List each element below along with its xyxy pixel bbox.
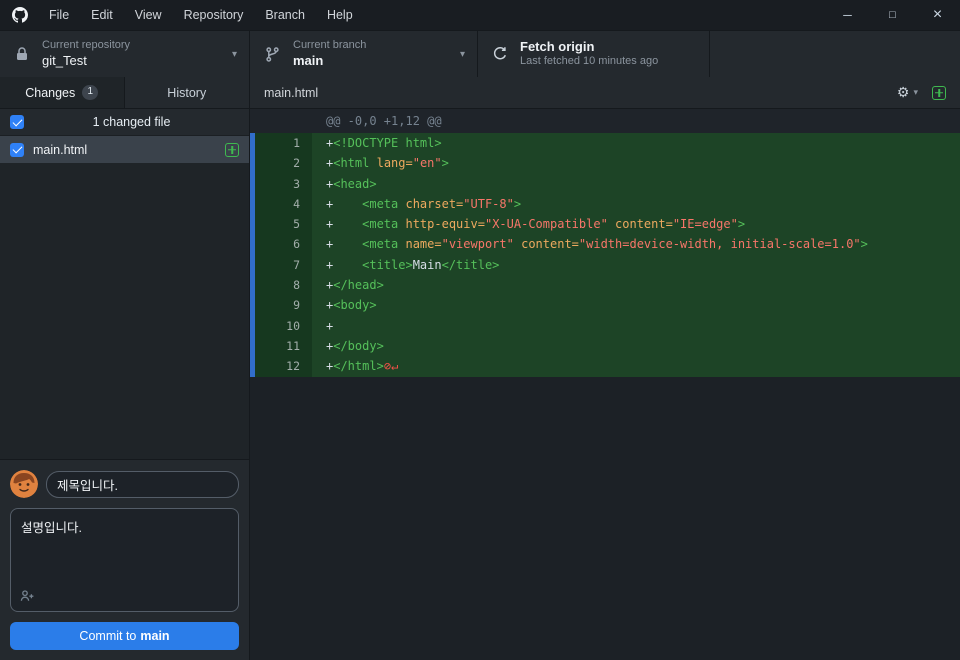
diff-line-code: + <meta http-equiv="X-UA-Compatible" con… bbox=[312, 214, 960, 235]
diff-line[interactable]: 4 + <meta charset="UTF-8"> bbox=[250, 193, 960, 215]
file-name: main.html bbox=[33, 142, 88, 157]
diff-line-code: +</html>⊘↵ bbox=[312, 356, 960, 377]
current-repository-dropdown[interactable]: Current repository git_Test ▾ bbox=[0, 31, 250, 77]
diff-line[interactable]: 7 + <title>Main</title> bbox=[250, 254, 960, 276]
diff-line-number[interactable]: 10 bbox=[250, 315, 312, 336]
tab-changes-label: Changes bbox=[25, 85, 76, 100]
branch-label: Current branch bbox=[293, 39, 367, 51]
expand-diff-icon[interactable] bbox=[932, 85, 946, 100]
diff-line-number[interactable]: 3 bbox=[250, 173, 312, 194]
commit-form: 설명입니다. Commit to main bbox=[0, 459, 249, 660]
commit-button[interactable]: Commit to main bbox=[10, 622, 239, 650]
diff-line-number[interactable]: 5 bbox=[250, 214, 312, 235]
diff-line-code: + <meta charset="UTF-8"> bbox=[312, 193, 960, 215]
chevron-down-icon: ▾ bbox=[231, 48, 237, 60]
diff-line[interactable]: 3 +<head> bbox=[250, 173, 960, 194]
diff-view: main.html ⚙ ▾ @@ -0,0 +1,12 @@ 1 +<!DOCTY… bbox=[250, 77, 960, 660]
git-branch-icon bbox=[264, 46, 281, 63]
diff-line[interactable]: 6 + <meta name="viewport" content="width=… bbox=[250, 234, 960, 255]
diff-line-number[interactable]: 2 bbox=[250, 153, 312, 174]
diff-line[interactable]: 9 +<body> bbox=[250, 295, 960, 316]
gear-icon[interactable]: ⚙ bbox=[897, 84, 910, 101]
sync-icon bbox=[492, 46, 508, 62]
commit-description-text: 설명입니다. bbox=[21, 521, 82, 535]
add-coauthor-icon[interactable] bbox=[19, 588, 35, 604]
menu-help[interactable]: Help bbox=[316, 0, 364, 30]
fetch-origin-button[interactable]: Fetch origin Last fetched 10 minutes ago bbox=[478, 31, 710, 77]
diff-line-number[interactable]: 8 bbox=[250, 275, 312, 296]
commit-button-branch: main bbox=[140, 629, 170, 643]
github-logo-icon bbox=[12, 7, 28, 23]
file-list-empty-space bbox=[0, 163, 249, 459]
menu-branch[interactable]: Branch bbox=[254, 0, 316, 30]
diff-line-code: +<body> bbox=[312, 295, 960, 316]
commit-button-prefix: Commit to bbox=[79, 629, 137, 643]
diff-line-code: +<head> bbox=[312, 173, 960, 194]
diff-line-number[interactable]: 4 bbox=[250, 193, 312, 215]
changes-count-badge: 1 bbox=[82, 85, 99, 100]
sidebar: Changes 1 History 1 changed file main.ht… bbox=[0, 77, 250, 660]
sidebar-tabs: Changes 1 History bbox=[0, 77, 249, 109]
file-added-icon bbox=[225, 142, 239, 157]
diff-line[interactable]: 2 +<html lang="en"> bbox=[250, 153, 960, 174]
diff-line-number[interactable]: 12 bbox=[250, 356, 312, 377]
commit-title-input[interactable] bbox=[46, 470, 239, 498]
maximize-button[interactable]: □ bbox=[870, 0, 915, 30]
diff-line[interactable]: 1 +<!DOCTYPE html> bbox=[250, 133, 960, 154]
commit-description-input[interactable]: 설명입니다. bbox=[10, 508, 239, 612]
minimize-button[interactable]: ─ bbox=[825, 0, 870, 30]
diff-line[interactable]: 12 +</html>⊘↵ bbox=[250, 356, 960, 377]
diff-hunk-header: @@ -0,0 +1,12 @@ bbox=[250, 109, 960, 133]
tab-changes[interactable]: Changes 1 bbox=[0, 77, 125, 108]
fetch-title: Fetch origin bbox=[520, 39, 595, 54]
window-controls: ─ □ × bbox=[825, 0, 960, 30]
repository-label: Current repository bbox=[42, 39, 131, 51]
diff-line-code: +</head> bbox=[312, 275, 960, 296]
changed-files-summary: 1 changed file bbox=[92, 115, 171, 129]
diff-file-header: main.html ⚙ ▾ bbox=[250, 77, 960, 109]
repository-name: git_Test bbox=[42, 52, 87, 68]
diff-line-code: +<!DOCTYPE html> bbox=[312, 133, 960, 154]
diff-line-code: + <meta name="viewport" content="width=d… bbox=[312, 234, 960, 255]
file-row-main-html[interactable]: main.html bbox=[0, 136, 249, 163]
fetch-subtitle: Last fetched 10 minutes ago bbox=[520, 55, 659, 68]
toolbar: Current repository git_Test ▾ Current br… bbox=[0, 30, 960, 77]
github-desktop-window: File Edit View Repository Branch Help ─ … bbox=[0, 0, 960, 660]
lock-icon bbox=[14, 46, 30, 62]
diff-line[interactable]: 11 +</body> bbox=[250, 335, 960, 357]
tab-history[interactable]: History bbox=[125, 77, 250, 108]
select-all-checkbox[interactable] bbox=[10, 115, 24, 129]
changed-files-summary-row: 1 changed file bbox=[0, 109, 249, 136]
diff-line[interactable]: 8 +</head> bbox=[250, 275, 960, 296]
chevron-down-icon: ▾ bbox=[459, 48, 465, 60]
branch-name: main bbox=[293, 52, 324, 68]
diff-line[interactable]: 10 + bbox=[250, 315, 960, 336]
close-button[interactable]: × bbox=[915, 0, 960, 30]
diff-line-code: + <title>Main</title> bbox=[312, 254, 960, 276]
main-area: Changes 1 History 1 changed file main.ht… bbox=[0, 77, 960, 660]
diff-line-code: + bbox=[312, 315, 960, 336]
diff-line-number[interactable]: 9 bbox=[250, 295, 312, 316]
avatar bbox=[10, 470, 38, 498]
diff-line[interactable]: 5 + <meta http-equiv="X-UA-Compatible" co… bbox=[250, 214, 960, 235]
diff-line-code: +</body> bbox=[312, 335, 960, 357]
menu-bar: File Edit View Repository Branch Help bbox=[38, 0, 364, 30]
diff-empty-area bbox=[250, 376, 960, 660]
diff-line-number[interactable]: 7 bbox=[250, 254, 312, 276]
diff-line-number[interactable]: 11 bbox=[250, 335, 312, 357]
file-checkbox[interactable] bbox=[10, 142, 24, 157]
current-branch-dropdown[interactable]: Current branch main ▾ bbox=[250, 31, 478, 77]
diff-file-name: main.html bbox=[264, 85, 319, 100]
menu-file[interactable]: File bbox=[38, 0, 80, 30]
diff-line-number[interactable]: 1 bbox=[250, 133, 312, 154]
titlebar: File Edit View Repository Branch Help ─ … bbox=[0, 0, 960, 30]
chevron-down-icon[interactable]: ▾ bbox=[913, 87, 918, 98]
menu-repository[interactable]: Repository bbox=[173, 0, 255, 30]
menu-view[interactable]: View bbox=[124, 0, 173, 30]
menu-edit[interactable]: Edit bbox=[80, 0, 124, 30]
tab-history-label: History bbox=[167, 85, 207, 100]
diff-line-number[interactable]: 6 bbox=[250, 234, 312, 255]
diff-lines: 1 +<!DOCTYPE html> 2 +<html lang="en"> 3 +<he… bbox=[250, 133, 960, 377]
diff-line-code: +<html lang="en"> bbox=[312, 153, 960, 174]
